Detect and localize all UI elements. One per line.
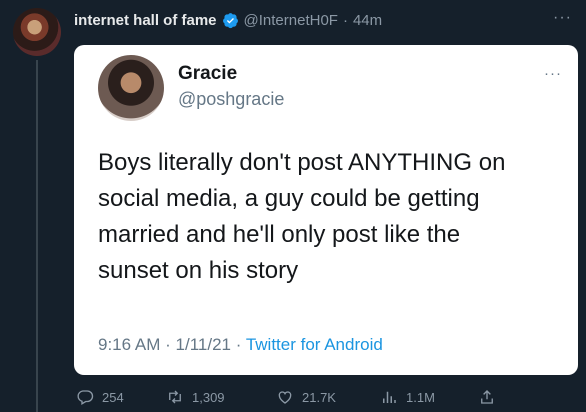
thread-line [36, 60, 38, 412]
views-button[interactable]: 1.1M [380, 388, 435, 406]
quoted-meta-separator: · [235, 335, 242, 354]
retweet-count: 1,309 [192, 389, 225, 405]
reply-button[interactable]: 254 [76, 388, 124, 406]
like-count: 21.7K [302, 389, 336, 405]
like-button[interactable]: 21.7K [276, 388, 336, 406]
reply-icon [77, 390, 94, 405]
retweet-button[interactable]: 1,309 [166, 388, 225, 406]
quoted-date: 1/11/21 [175, 335, 231, 354]
quoted-text: Boys literally don't post ANYTHING on so… [98, 145, 568, 289]
reply-count: 254 [102, 389, 124, 405]
quoted-more-icon: ··· [544, 65, 562, 82]
header-separator: · [342, 11, 348, 29]
quoted-name: Gracie [178, 63, 238, 84]
more-options-icon[interactable]: ··· [553, 9, 572, 27]
quoted-text-line: Boys literally don't post ANYTHING on [98, 149, 506, 176]
views-icon [383, 391, 396, 403]
author-avatar[interactable] [13, 8, 61, 56]
quoted-handle: @poshgracie [178, 89, 285, 109]
tweet-header: internet hall of fame @InternetH0F · 44m [74, 10, 382, 30]
author-name[interactable]: internet hall of fame [74, 12, 217, 29]
quoted-text-line: social media, a guy could be getting [98, 185, 480, 212]
quoted-text-line: sunset on his story [98, 257, 299, 284]
quoted-time: 9:16 AM [98, 335, 161, 354]
tweet-time[interactable]: 44m [353, 12, 382, 29]
author-handle[interactable]: @InternetH0F [244, 12, 338, 29]
retweet-icon [169, 390, 181, 404]
verified-badge-icon [222, 12, 239, 29]
quoted-meta: 9:16 AM · 1/11/21 · Twitter for Android [98, 335, 383, 355]
quoted-avatar [98, 55, 164, 121]
views-count: 1.1M [406, 389, 435, 405]
quoted-source: Twitter for Android [245, 335, 383, 354]
quoted-meta-separator: · [165, 335, 171, 354]
share-button[interactable] [478, 388, 496, 406]
tweet-screenshot-image[interactable]: Gracie @poshgracie ··· Boys literally do… [74, 45, 578, 375]
heart-icon [278, 391, 292, 404]
share-icon [481, 390, 493, 404]
quoted-text-line: married and he'll only post like the [98, 221, 461, 248]
tweet-actions: 254 1,309 21.7K 1.1M [74, 388, 574, 410]
